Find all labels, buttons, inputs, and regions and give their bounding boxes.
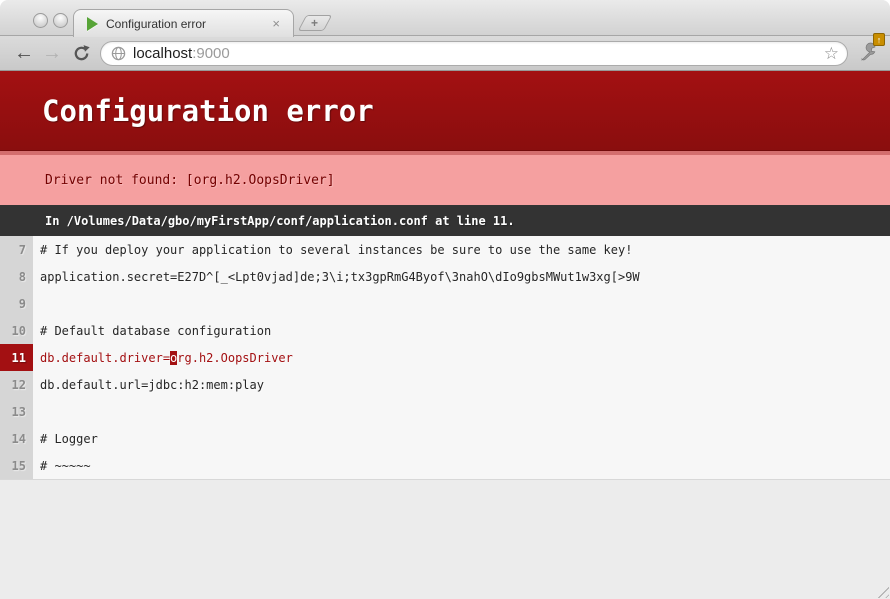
code-line: 14# Logger [0, 425, 890, 452]
bookmark-star-icon[interactable]: ☆ [824, 45, 839, 62]
line-code: db.default.driver=org.h2.OopsDriver [33, 344, 293, 371]
code-line-error: 11db.default.driver=org.h2.OopsDriver [0, 344, 890, 371]
line-code: # Logger [33, 425, 98, 452]
reload-button[interactable] [66, 44, 96, 63]
tab-close-icon[interactable]: × [269, 15, 283, 32]
line-number: 8 [0, 263, 33, 290]
line-number: 13 [0, 398, 33, 425]
code-line: 12db.default.url=jdbc:h2:mem:play [0, 371, 890, 398]
url-host: localhost [133, 45, 192, 62]
minimize-window-button[interactable] [53, 13, 68, 28]
code-line: 10# Default database configuration [0, 317, 890, 344]
line-number: 12 [0, 371, 33, 398]
line-code [33, 290, 40, 317]
up-arrow-icon: ↑ [877, 35, 882, 45]
new-tab-button[interactable]: + [298, 15, 333, 31]
line-number: 14 [0, 425, 33, 452]
line-number: 15 [0, 452, 33, 479]
line-number: 10 [0, 317, 33, 344]
extension-update-badge: ↑ [873, 33, 885, 46]
address-bar[interactable]: localhost :9000 ☆ [100, 41, 848, 66]
error-detail: Driver not found: [org.h2.OopsDriver] [0, 151, 890, 205]
code-line: 7# If you deploy your application to sev… [0, 236, 890, 263]
page-footer [0, 480, 890, 599]
line-code: # Default database configuration [33, 317, 271, 344]
page-title: Configuration error [0, 71, 890, 151]
line-number: 11 [0, 344, 33, 371]
url-port: :9000 [192, 45, 230, 62]
line-code: # ~~~~~ [33, 452, 91, 479]
error-location: In /Volumes/Data/gbo/myFirstApp/conf/app… [0, 205, 890, 236]
browser-window: Configuration error × + ← → localhost [0, 0, 890, 599]
tab-title: Configuration error [106, 17, 269, 31]
line-code: db.default.url=jdbc:h2:mem:play [33, 371, 264, 398]
tab-strip: Configuration error × + [0, 0, 890, 36]
code-text: rg.h2.OopsDriver [177, 351, 293, 365]
forward-button[interactable]: → [38, 43, 66, 63]
play-favicon-icon [87, 17, 98, 31]
back-button[interactable]: ← [10, 43, 38, 63]
tab-configuration-error[interactable]: Configuration error × [73, 9, 294, 37]
code-line: 15# ~~~~~ [0, 452, 890, 479]
line-number: 9 [0, 290, 33, 317]
code-line: 8application.secret=E27D^[_<Lpt0vjad]de;… [0, 263, 890, 290]
line-code: # If you deploy your application to seve… [33, 236, 632, 263]
browser-toolbar: ← → localhost :9000 ☆ [0, 36, 890, 71]
code-text: db.default.driver= [40, 351, 170, 365]
error-marker: o [170, 351, 177, 365]
line-number: 7 [0, 236, 33, 263]
code-line: 9 [0, 290, 890, 317]
resize-grip[interactable] [875, 584, 889, 598]
plus-icon: + [311, 17, 318, 29]
globe-icon [111, 46, 126, 61]
code-listing: 7# If you deploy your application to sev… [0, 236, 890, 480]
line-code: application.secret=E27D^[_<Lpt0vjad]de;3… [33, 263, 640, 290]
code-line: 13 [0, 398, 890, 425]
extension-button[interactable]: ↑ [854, 42, 884, 64]
reload-icon [72, 44, 91, 63]
line-code [33, 398, 40, 425]
close-window-button[interactable] [33, 13, 48, 28]
